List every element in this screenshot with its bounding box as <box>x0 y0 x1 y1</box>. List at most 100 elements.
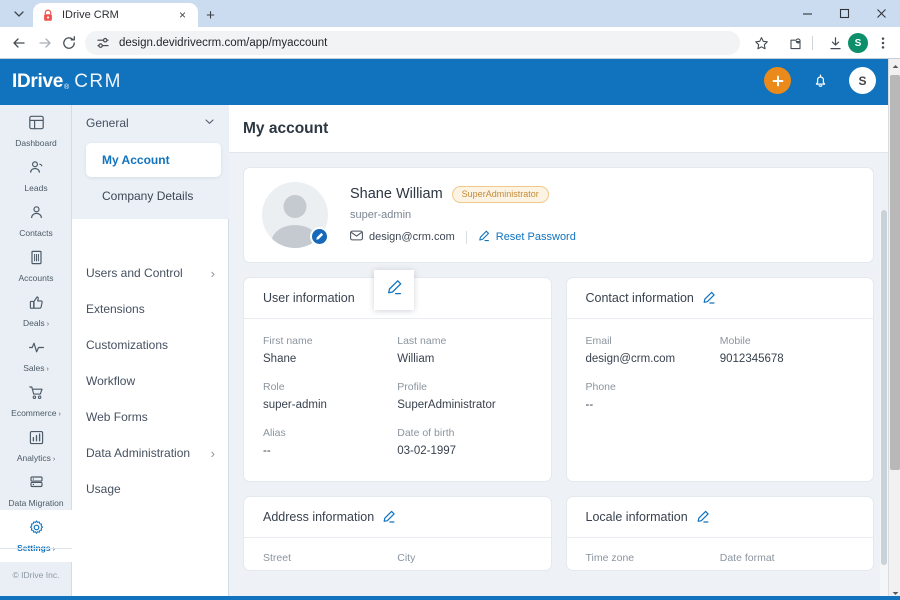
field-value: SuperAdministrator <box>397 399 496 411</box>
card-header: Contact information <box>566 278 873 319</box>
sidebar-item-usage[interactable]: Usage <box>72 471 229 507</box>
profile-name: Shane William <box>350 186 443 202</box>
browser-scrollbar[interactable] <box>888 59 900 600</box>
card-title: Locale information <box>585 510 688 524</box>
settings-nav-panel: General My Account Company Details Users… <box>72 105 229 600</box>
tab-strip: IDrive CRM × + <box>0 0 900 27</box>
add-button[interactable] <box>764 67 791 94</box>
field-label: Phone <box>585 381 616 393</box>
address-information-edit-button[interactable] <box>382 510 396 524</box>
field-label: Date format <box>719 552 775 564</box>
sidebar-item-data-administration[interactable]: Data Administration › <box>72 435 229 471</box>
field-street: Street <box>263 552 397 570</box>
field-row: Time zone Date format <box>586 552 855 570</box>
browser-window: IDrive CRM × + design.devidrivecrm.com/a… <box>0 0 900 600</box>
maximize-button[interactable] <box>826 0 863 27</box>
pencil-icon <box>478 230 490 245</box>
close-icon[interactable]: × <box>175 8 190 23</box>
toolbar-divider <box>812 36 813 50</box>
sidebar-item-my-account[interactable]: My Account <box>86 143 221 177</box>
new-tab-button[interactable]: + <box>200 5 221 26</box>
card-header: Address information <box>244 497 551 538</box>
sidebar-item-workflow[interactable]: Workflow <box>72 363 229 399</box>
user-avatar[interactable]: S <box>849 67 876 94</box>
card-header: Locale information <box>566 497 873 538</box>
tune-icon[interactable] <box>95 35 111 51</box>
sidebar-item-web-forms[interactable]: Web Forms <box>72 399 229 435</box>
address-bar[interactable]: design.devidrivecrm.com/app/myaccount <box>85 31 740 55</box>
contact-icon <box>28 204 45 226</box>
field-alias: Alias -- <box>263 427 397 457</box>
nav-label: Customizations <box>86 338 169 352</box>
field-row: Email design@crm.com Mobile 9012345678 <box>586 335 855 365</box>
reset-password-button[interactable]: Reset Password <box>478 230 576 245</box>
rail-footer-copyright: © IDrive Inc. <box>0 548 72 600</box>
profile-email: design@crm.com <box>350 230 455 244</box>
forward-button[interactable] <box>34 32 56 54</box>
sidebar-item-users-and-control[interactable]: Users and Control › <box>72 255 229 291</box>
field-label: Mobile <box>719 335 751 347</box>
nav-label: Usage <box>86 482 121 496</box>
rail-label: Ecommerce › <box>11 408 61 418</box>
page-header: My account <box>229 105 888 153</box>
extensions-icon[interactable] <box>784 32 806 54</box>
avatar-edit-pencil-icon[interactable] <box>310 227 329 246</box>
nav-general-header[interactable]: General <box>72 105 229 141</box>
content-scrollbar[interactable] <box>880 210 888 600</box>
minimize-button[interactable] <box>789 0 826 27</box>
card-body: Time zone Date format <box>567 538 874 570</box>
field-email: Email design@crm.com <box>586 335 720 365</box>
sidebar-item-extensions[interactable]: Extensions <box>72 291 229 327</box>
sidebar-item-customizations[interactable]: Customizations <box>72 327 229 363</box>
chevron-right-icon: › <box>210 445 215 461</box>
contact-information-edit-button[interactable] <box>702 291 716 305</box>
browser-scrollbar-thumb[interactable] <box>890 75 900 470</box>
field-label: Street <box>263 552 292 564</box>
card-title: User information <box>263 291 355 305</box>
rail-label: Leads <box>24 183 48 194</box>
logo-idrive-text: IDrive <box>12 71 64 92</box>
chevron-right-icon: › <box>210 265 215 281</box>
star-icon[interactable] <box>750 32 772 54</box>
bell-icon[interactable] <box>809 70 831 92</box>
leads-icon <box>28 159 45 181</box>
field-time-zone: Time zone <box>586 552 720 570</box>
tab-search-icon[interactable] <box>8 4 30 24</box>
user-information-edit-button[interactable] <box>374 270 414 310</box>
chevron-down-icon[interactable] <box>204 116 215 130</box>
nav-group-general: General My Account Company Details <box>72 105 229 219</box>
field-label: City <box>397 552 416 564</box>
field-value: Shane <box>263 353 297 365</box>
app-logo[interactable]: IDrive ® CRM <box>12 72 122 91</box>
mail-icon <box>350 230 363 244</box>
kebab-menu-icon[interactable] <box>872 32 894 54</box>
logo-registered-mark: ® <box>64 84 70 91</box>
nav-label: Data Administration <box>86 446 191 460</box>
back-button[interactable] <box>8 32 30 54</box>
profile-info: Shane William SuperAdministrator super-a… <box>350 185 576 245</box>
field-label: Last name <box>397 335 447 347</box>
rail-label: Data Migration <box>8 498 64 509</box>
locale-information-edit-button[interactable] <box>696 510 710 524</box>
download-icon[interactable] <box>824 32 846 54</box>
close-window-button[interactable] <box>863 0 900 27</box>
database-icon <box>28 474 45 496</box>
field-last-name: Last name William <box>397 335 531 365</box>
scroll-up-arrow-icon[interactable] <box>889 59 900 73</box>
field-profile: Profile SuperAdministrator <box>397 381 531 411</box>
reload-button[interactable] <box>58 32 80 54</box>
avatar[interactable] <box>262 182 329 248</box>
content-scrollbar-thumb[interactable] <box>881 210 887 565</box>
field-date-of-birth: Date of birth 03-02-1997 <box>397 427 531 457</box>
field-row: Role super-admin Profile SuperAdministra… <box>263 381 532 411</box>
locale-information-card: Locale information Time zone Date format <box>565 496 874 571</box>
browser-tab[interactable]: IDrive CRM × <box>33 3 198 27</box>
sidebar-item-company-details[interactable]: Company Details <box>86 179 221 213</box>
field-value: William <box>397 353 435 365</box>
browser-profile-avatar[interactable]: S <box>848 33 868 53</box>
field-city: City <box>397 552 531 570</box>
card-title: Address information <box>263 510 375 524</box>
content-area: Shane William SuperAdministrator super-a… <box>229 153 888 600</box>
card-body: Email design@crm.com Mobile 9012345678 P… <box>567 319 874 481</box>
field-value: design@crm.com <box>585 353 676 365</box>
